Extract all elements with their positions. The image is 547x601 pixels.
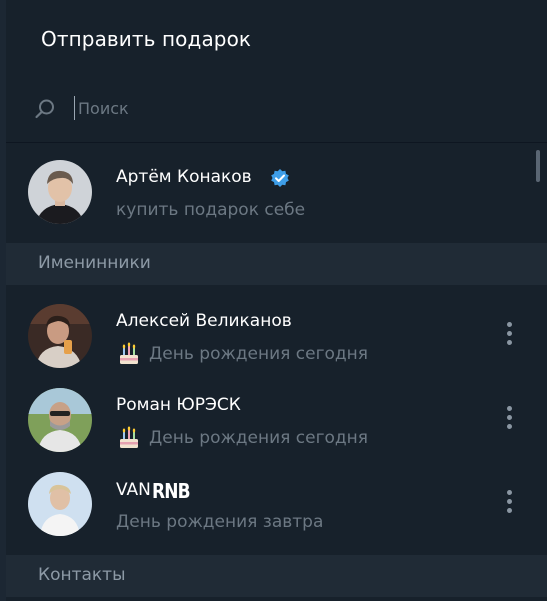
- list-item-birthday[interactable]: Алексей Великанов День рождения сегодня: [6, 295, 547, 377]
- birthday-cake-icon: [120, 342, 138, 364]
- section-title: Контакты: [38, 565, 126, 585]
- contact-subtitle: День рождения сегодня: [149, 428, 369, 448]
- send-gift-dialog: Отправить подарок Артём Конаков купить п…: [6, 0, 547, 601]
- avatar: [28, 304, 92, 368]
- section-header-contacts: Контакты: [6, 555, 547, 597]
- contact-name: Артём Конаков: [116, 167, 252, 187]
- more-options-icon[interactable]: [504, 490, 514, 516]
- search-icon: [35, 99, 54, 119]
- contact-name: Роман ЮРЭСК: [116, 395, 241, 415]
- contact-subtitle: купить подарок себе: [116, 200, 306, 220]
- more-options-icon[interactable]: [504, 406, 514, 432]
- list-item-self[interactable]: Артём Конаков купить подарок себе: [6, 151, 547, 233]
- avatar: [28, 160, 92, 224]
- contact-name: VANRNB: [116, 479, 191, 503]
- text-caret: [74, 96, 75, 120]
- contact-subtitle: День рождения сегодня: [149, 344, 369, 364]
- avatar: [28, 472, 92, 536]
- search-input[interactable]: [78, 94, 478, 122]
- contact-subtitle: День рождения завтра: [116, 512, 324, 532]
- more-options-icon[interactable]: [504, 322, 514, 348]
- verified-badge-icon: [271, 169, 289, 187]
- avatar: [28, 388, 92, 452]
- contact-name: Алексей Великанов: [116, 311, 292, 331]
- section-title: Именинники: [38, 253, 151, 273]
- list-item-birthday[interactable]: VANRNB День рождения завтра: [6, 463, 547, 545]
- birthday-cake-icon: [120, 426, 138, 448]
- search-divider: [6, 142, 547, 143]
- name-stylized-suffix: RNB: [151, 479, 191, 503]
- dialog-title: Отправить подарок: [41, 27, 252, 51]
- list-item-birthday[interactable]: Роман ЮРЭСК День рождения сегодня: [6, 379, 547, 461]
- section-header-birthdays: Именинники: [6, 243, 547, 285]
- search-bar[interactable]: [6, 88, 547, 128]
